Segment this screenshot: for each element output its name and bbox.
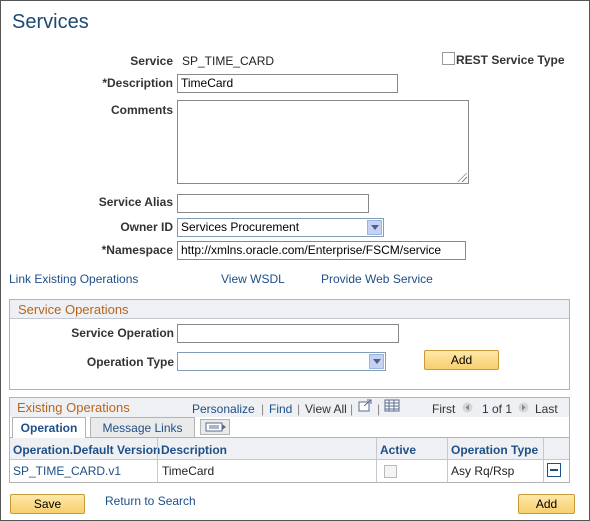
owner-id-select[interactable]: Services Procurement <box>177 218 384 237</box>
chevron-down-icon[interactable] <box>369 354 384 369</box>
separator: | <box>377 402 381 416</box>
column-divider <box>157 438 158 482</box>
view-wsdl-link[interactable]: View WSDL <box>221 272 285 286</box>
link-existing-operations-link[interactable]: Link Existing Operations <box>9 272 138 286</box>
description-input[interactable]: TimeCard <box>177 74 398 93</box>
chevron-down-icon[interactable] <box>367 220 382 235</box>
service-value: SP_TIME_CARD <box>182 54 275 68</box>
last-label: Last <box>535 402 558 416</box>
rest-service-type-checkbox[interactable] <box>442 52 455 65</box>
service-label: Service <box>130 54 173 68</box>
owner-id-value: Services Procurement <box>181 220 300 234</box>
operation-type-select[interactable] <box>177 352 386 371</box>
row-description: TimeCard <box>162 464 215 478</box>
service-operation-label: Service Operation <box>71 326 174 340</box>
delete-row-icon[interactable] <box>547 463 561 477</box>
prev-page-icon[interactable] <box>462 402 473 413</box>
owner-id-label: Owner ID <box>120 220 173 234</box>
separator: | <box>350 402 354 416</box>
save-button[interactable]: Save <box>10 494 85 514</box>
tab-message-links[interactable]: Message Links <box>90 417 195 437</box>
service-operation-input[interactable] <box>177 324 399 343</box>
column-divider <box>376 438 377 482</box>
new-window-icon[interactable] <box>358 399 373 412</box>
tab-operation[interactable]: Operation <box>12 417 86 438</box>
services-page: Services Service SP_TIME_CARD REST Servi… <box>0 0 590 521</box>
page-info: 1 of 1 <box>482 402 513 416</box>
service-alias-label: Service Alias <box>98 195 173 209</box>
operation-type-label: Operation Type <box>86 355 174 369</box>
column-divider <box>447 438 448 482</box>
comments-label: Comments <box>110 103 173 117</box>
page-title: Services <box>12 11 89 33</box>
find-link[interactable]: Find <box>269 402 292 416</box>
download-grid-icon[interactable] <box>384 399 400 412</box>
row-active-checkbox <box>384 465 397 478</box>
view-all-label: View All <box>305 402 347 416</box>
return-to-search-link[interactable]: Return to Search <box>105 494 196 508</box>
resize-handle-icon[interactable] <box>458 173 467 182</box>
comments-textarea[interactable] <box>177 100 469 184</box>
service-operations-header: Service Operations <box>10 300 569 319</box>
personalize-link[interactable]: Personalize <box>192 402 255 416</box>
add-operation-button[interactable]: Add <box>424 350 499 370</box>
operation-link[interactable]: SP_TIME_CARD.v1 <box>13 464 121 478</box>
description-label: *Description <box>102 76 173 90</box>
next-page-icon[interactable] <box>518 402 529 413</box>
show-all-columns-icon[interactable] <box>200 419 230 435</box>
namespace-input[interactable]: http://xmlns.oracle.com/Enterprise/FSCM/… <box>177 241 466 260</box>
existing-operations-title: Existing Operations <box>17 400 130 415</box>
namespace-label: *Namespace <box>101 243 173 257</box>
separator: | <box>297 402 301 416</box>
separator: | <box>261 402 265 416</box>
service-alias-input[interactable] <box>177 194 369 213</box>
add-button[interactable]: Add <box>518 494 575 514</box>
service-operations-group: Service Operations <box>9 299 570 390</box>
provide-web-service-link[interactable]: Provide Web Service <box>321 272 433 286</box>
first-label: First <box>432 402 456 416</box>
rest-service-type-label: REST Service Type <box>456 53 565 67</box>
row-operation-type: Asy Rq/Rsp <box>451 464 515 478</box>
column-divider <box>543 438 544 482</box>
